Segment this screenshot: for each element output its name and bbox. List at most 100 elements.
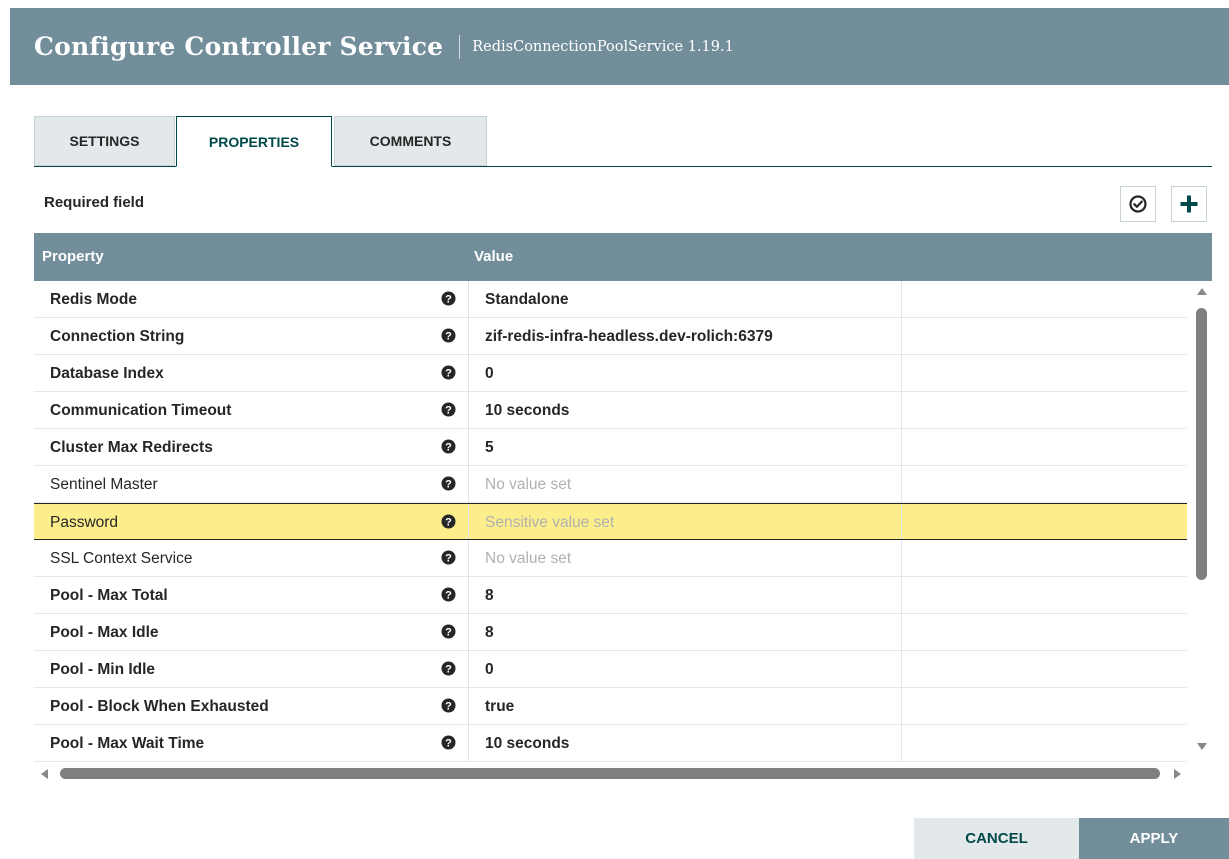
table-row[interactable]: Redis Mode? Standalone bbox=[34, 281, 1187, 318]
property-value[interactable]: true bbox=[485, 698, 514, 716]
help-icon[interactable]: ? bbox=[441, 661, 456, 676]
column-divider bbox=[468, 725, 469, 761]
scroll-up-arrow-icon[interactable] bbox=[1197, 288, 1207, 295]
scroll-down-arrow-icon[interactable] bbox=[1197, 743, 1207, 750]
cancel-button[interactable]: CANCEL bbox=[914, 818, 1079, 859]
column-divider bbox=[901, 466, 902, 502]
help-icon[interactable]: ? bbox=[441, 439, 456, 454]
table-row[interactable]: Database Index? 0 bbox=[34, 355, 1187, 392]
property-value[interactable]: No value set bbox=[485, 476, 571, 494]
table-row[interactable]: Pool - Block When Exhausted? true bbox=[34, 688, 1187, 725]
help-icon[interactable]: ? bbox=[441, 587, 456, 602]
help-icon[interactable]: ? bbox=[441, 735, 456, 750]
column-divider bbox=[901, 318, 902, 354]
property-name: Cluster Max Redirects bbox=[50, 439, 213, 456]
tab-properties[interactable]: PROPERTIES bbox=[176, 116, 332, 167]
column-divider bbox=[468, 429, 469, 465]
horizontal-scrollbar[interactable] bbox=[34, 763, 1212, 785]
table-body: Redis Mode? Standalone Connection String? z… bbox=[34, 281, 1187, 763]
vertical-scrollbar[interactable] bbox=[1192, 281, 1212, 763]
property-value[interactable]: 10 seconds bbox=[485, 735, 569, 753]
column-divider bbox=[901, 651, 902, 687]
column-divider bbox=[901, 429, 902, 465]
check-circle-icon bbox=[1129, 195, 1147, 213]
help-icon[interactable]: ? bbox=[441, 291, 456, 306]
column-divider bbox=[901, 392, 902, 428]
property-value[interactable]: Standalone bbox=[485, 291, 569, 309]
property-value[interactable]: No value set bbox=[485, 550, 571, 568]
table-row[interactable]: Pool - Max Total? 8 bbox=[34, 577, 1187, 614]
help-icon[interactable]: ? bbox=[441, 476, 456, 491]
column-header-value[interactable]: Value bbox=[474, 248, 513, 265]
svg-text:?: ? bbox=[445, 330, 452, 342]
column-divider bbox=[468, 355, 469, 391]
tab-bar: SETTINGS PROPERTIES COMMENTS bbox=[34, 116, 1212, 167]
column-divider bbox=[901, 540, 902, 576]
column-divider bbox=[468, 392, 469, 428]
table-row[interactable]: Connection String? zif-redis-infra-headle… bbox=[34, 318, 1187, 355]
table-row[interactable]: Pool - Max Idle? 8 bbox=[34, 614, 1187, 651]
column-header-property[interactable]: Property bbox=[42, 248, 104, 265]
property-name: Pool - Min Idle bbox=[50, 661, 156, 678]
svg-text:?: ? bbox=[445, 441, 452, 453]
add-property-button[interactable] bbox=[1171, 186, 1207, 222]
scroll-right-arrow-icon[interactable] bbox=[1174, 769, 1181, 779]
column-divider bbox=[468, 281, 469, 317]
svg-text:?: ? bbox=[445, 404, 452, 416]
apply-button[interactable]: APPLY bbox=[1079, 818, 1229, 859]
vertical-scroll-thumb[interactable] bbox=[1196, 308, 1207, 580]
svg-text:?: ? bbox=[445, 516, 452, 528]
tab-settings[interactable]: SETTINGS bbox=[34, 116, 175, 166]
help-icon[interactable]: ? bbox=[441, 550, 456, 565]
property-name: Redis Mode bbox=[50, 291, 137, 308]
table-row[interactable]: Pool - Max Wait Time? 10 seconds bbox=[34, 725, 1187, 762]
property-name: SSL Context Service bbox=[50, 550, 193, 567]
property-name: Pool - Max Wait Time bbox=[50, 735, 205, 752]
column-divider bbox=[468, 466, 469, 502]
plus-icon bbox=[1180, 195, 1198, 213]
help-icon[interactable]: ? bbox=[441, 624, 456, 639]
table-row[interactable]: Password? Sensitive value set bbox=[34, 503, 1187, 540]
help-icon[interactable]: ? bbox=[441, 328, 456, 343]
svg-text:?: ? bbox=[445, 478, 452, 490]
property-value[interactable]: 8 bbox=[485, 624, 494, 642]
svg-text:?: ? bbox=[445, 367, 452, 379]
help-icon[interactable]: ? bbox=[441, 514, 456, 529]
property-value[interactable]: 5 bbox=[485, 439, 494, 457]
tab-comments[interactable]: COMMENTS bbox=[334, 116, 487, 166]
property-name: Sentinel Master bbox=[50, 476, 158, 493]
scroll-left-arrow-icon[interactable] bbox=[41, 769, 48, 779]
svg-text:?: ? bbox=[445, 737, 452, 749]
table-header: Property Value bbox=[34, 233, 1212, 281]
property-value[interactable]: Sensitive value set bbox=[485, 514, 614, 532]
svg-text:?: ? bbox=[445, 626, 452, 638]
property-name: Pool - Max Total bbox=[50, 587, 168, 604]
column-divider bbox=[901, 281, 902, 317]
column-divider bbox=[901, 725, 902, 761]
required-field-label: Required field bbox=[44, 194, 145, 211]
property-value[interactable]: zif-redis-infra-headless.dev-rolich:6379 bbox=[485, 328, 773, 346]
column-divider bbox=[468, 688, 469, 724]
property-name: Pool - Block When Exhausted bbox=[50, 698, 269, 715]
svg-text:?: ? bbox=[445, 293, 452, 305]
table-row[interactable]: SSL Context Service? No value set bbox=[34, 540, 1187, 577]
help-icon[interactable]: ? bbox=[441, 402, 456, 417]
verify-properties-button[interactable] bbox=[1120, 186, 1156, 222]
horizontal-scroll-thumb[interactable] bbox=[60, 768, 1160, 779]
property-value[interactable]: 10 seconds bbox=[485, 402, 569, 420]
svg-text:?: ? bbox=[445, 589, 452, 601]
property-value[interactable]: 0 bbox=[485, 365, 494, 383]
svg-text:?: ? bbox=[445, 663, 452, 675]
dialog-title: Configure Controller Service bbox=[34, 32, 444, 61]
table-row[interactable]: Cluster Max Redirects? 5 bbox=[34, 429, 1187, 466]
property-name: Communication Timeout bbox=[50, 402, 232, 419]
table-row[interactable]: Sentinel Master? No value set bbox=[34, 466, 1187, 503]
column-divider bbox=[901, 688, 902, 724]
table-row[interactable]: Communication Timeout? 10 seconds bbox=[34, 392, 1187, 429]
help-icon[interactable]: ? bbox=[441, 365, 456, 380]
property-value[interactable]: 0 bbox=[485, 661, 494, 679]
column-divider bbox=[901, 355, 902, 391]
table-row[interactable]: Pool - Min Idle? 0 bbox=[34, 651, 1187, 688]
help-icon[interactable]: ? bbox=[441, 698, 456, 713]
property-value[interactable]: 8 bbox=[485, 587, 494, 605]
